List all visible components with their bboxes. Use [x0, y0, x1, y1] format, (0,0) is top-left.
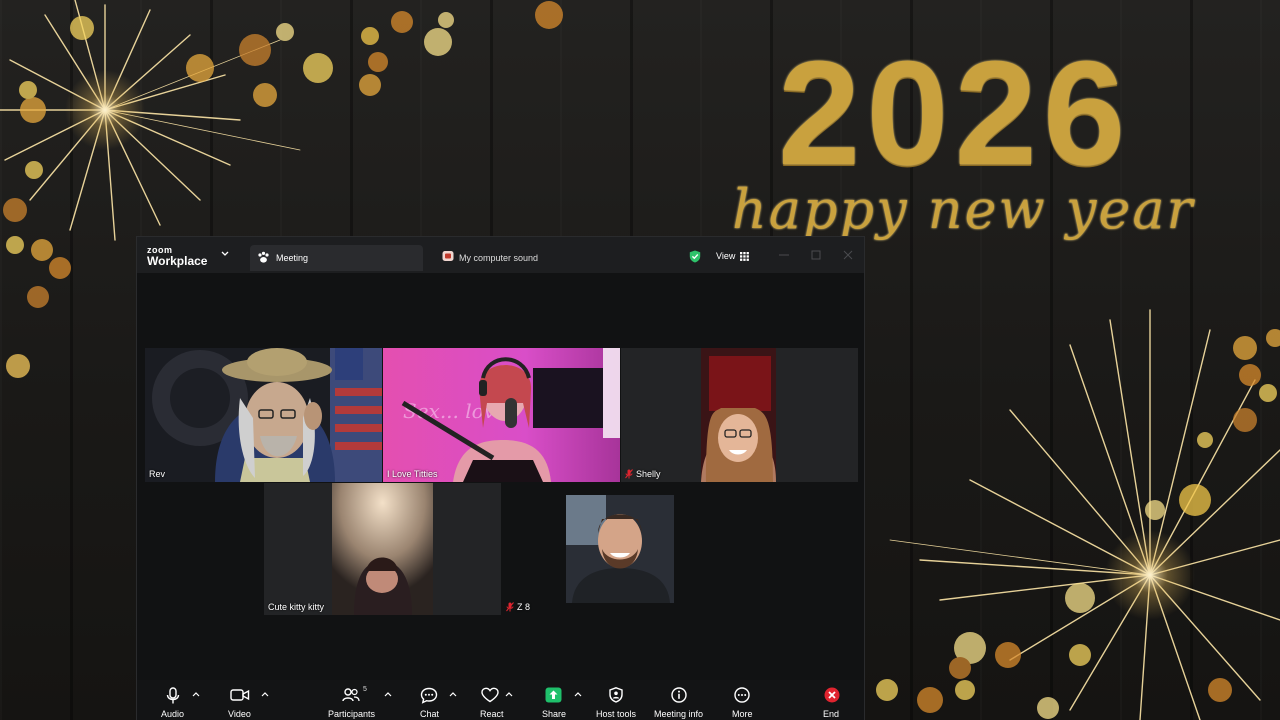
- window-controls: [779, 250, 853, 260]
- heart-icon: [481, 687, 499, 703]
- microphone-icon: [166, 687, 180, 704]
- participants-options-caret-icon[interactable]: [384, 691, 392, 697]
- video-tile-i-love-titties[interactable]: Sex... lov I Love Titties: [383, 348, 620, 482]
- meeting-toolbar: Audio Video 5 Participants Chat React Sh…: [137, 680, 864, 720]
- react-options-caret-icon[interactable]: [505, 691, 513, 697]
- host-shield-icon: [609, 687, 623, 703]
- end-label: End: [823, 709, 840, 719]
- share-button[interactable]: Share: [539, 680, 567, 720]
- share-screen-icon: [545, 687, 562, 703]
- chat-label: Chat: [420, 709, 440, 719]
- video-tile-z8[interactable]: Z 8: [502, 483, 739, 615]
- end-meeting-button[interactable]: End: [821, 680, 843, 720]
- maximize-icon: [811, 250, 821, 260]
- participant-video-z8: [502, 483, 739, 615]
- share-options-caret-icon[interactable]: [574, 691, 582, 697]
- shield-check-icon[interactable]: [689, 250, 701, 263]
- share-sound-icon: [442, 251, 454, 261]
- participants-label: Participants: [328, 709, 376, 719]
- audio-label: Audio: [161, 709, 185, 719]
- participants-icon: [342, 688, 360, 702]
- chat-button[interactable]: Chat: [417, 680, 441, 720]
- video-camera-icon: [230, 689, 250, 701]
- more-button[interactable]: More: [727, 680, 757, 720]
- participants-count: 5: [363, 686, 367, 693]
- participant-video-shelly: [621, 348, 858, 482]
- video-tile-rev[interactable]: Rev: [145, 348, 382, 482]
- mic-muted-icon: [506, 602, 514, 612]
- chevron-down-icon[interactable]: [221, 251, 229, 257]
- brand-workplace: Workplace: [147, 254, 208, 268]
- participant-name-z8: Z 8: [506, 602, 530, 612]
- tab-meeting[interactable]: Meeting: [250, 245, 423, 271]
- end-meeting-icon: [824, 687, 840, 703]
- participant-video-cute-kitty-kitty: [264, 483, 501, 615]
- audio-button[interactable]: Audio: [157, 680, 189, 720]
- zoom-meeting-window: zoom Workplace Meeting My computer sound: [136, 236, 865, 720]
- meeting-info-button[interactable]: Meeting info: [651, 680, 707, 720]
- video-label: Video: [228, 709, 251, 719]
- participant-name-cute-kitty-kitty: Cute kitty kitty: [268, 602, 325, 612]
- title-bar: zoom Workplace Meeting My computer sound: [137, 237, 864, 273]
- chat-bubble-icon: [420, 687, 438, 704]
- view-label: View: [716, 251, 736, 261]
- video-button[interactable]: Video: [223, 680, 257, 720]
- year-text: 2026: [778, 31, 1132, 196]
- participant-name-shelly: Shelly: [625, 469, 661, 479]
- meeting-info-label: Meeting info: [654, 709, 704, 719]
- app-brand[interactable]: zoom Workplace: [147, 246, 207, 268]
- tab-sound-label: My computer sound: [459, 253, 539, 263]
- participant-name-i-love-titties: I Love Titties: [387, 469, 438, 479]
- info-icon: [671, 687, 687, 703]
- participant-video-i-love-titties: Sex... lov: [383, 348, 620, 482]
- mic-muted-icon: [625, 469, 633, 479]
- video-tile-cute-kitty-kitty[interactable]: Cute kitty kitty: [264, 483, 501, 615]
- chat-options-caret-icon[interactable]: [449, 691, 457, 697]
- host-tools-label: Host tools: [596, 709, 637, 719]
- video-options-caret-icon[interactable]: [261, 691, 269, 697]
- grid-icon: [740, 252, 749, 261]
- paw-icon: [258, 251, 269, 263]
- more-label: More: [732, 709, 753, 719]
- share-label: Share: [542, 709, 567, 719]
- view-button[interactable]: View: [709, 247, 759, 265]
- video-tile-shelly[interactable]: Shelly: [621, 348, 858, 482]
- greeting-text: happy new year: [732, 178, 1195, 241]
- host-tools-button[interactable]: Host tools: [593, 680, 639, 720]
- participant-name-rev: Rev: [149, 469, 166, 479]
- react-label: React: [480, 709, 504, 719]
- tab-meeting-label: Meeting: [276, 253, 309, 263]
- more-options-icon: [734, 687, 750, 703]
- audio-options-caret-icon[interactable]: [192, 691, 200, 697]
- participant-video-rev: [145, 348, 382, 482]
- react-button[interactable]: React: [477, 680, 504, 720]
- participants-button[interactable]: 5 Participants: [325, 680, 379, 720]
